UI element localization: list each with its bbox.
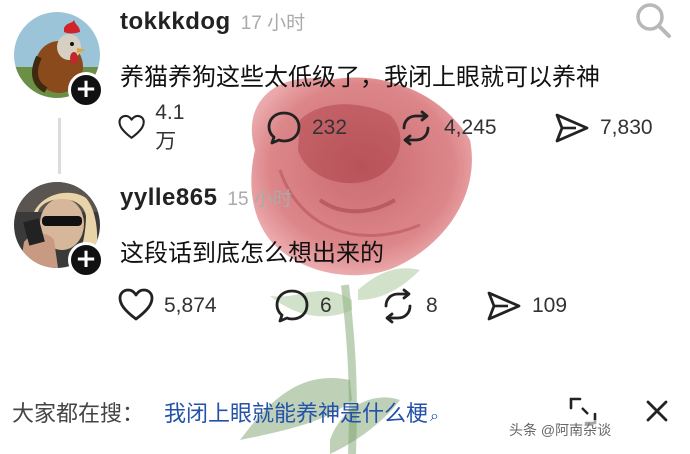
like-button[interactable]: 4.1万: [118, 101, 193, 153]
follow-plus-button[interactable]: +: [68, 72, 104, 108]
repost-count: 8: [426, 294, 438, 317]
heart-icon: [118, 114, 145, 139]
post-header: tokkkdog 17 小时: [120, 8, 305, 36]
close-icon[interactable]: [640, 394, 674, 428]
repost-count: 4,245: [444, 116, 497, 139]
share-count: 109: [532, 294, 568, 317]
repost-button[interactable]: 4,245: [398, 108, 497, 148]
comment-button[interactable]: 6: [274, 286, 332, 326]
repost-icon: [402, 110, 430, 146]
post-header: yylle865 15 小时: [120, 184, 292, 212]
share-count: 7,830: [600, 116, 653, 139]
search-suggestion-prefix: 大家都在搜：: [12, 401, 145, 426]
share-button[interactable]: 109: [486, 286, 567, 326]
plus-icon: +: [75, 244, 97, 274]
watermark-text: 头条 @阿南杂谈: [505, 420, 616, 440]
post-item: + tokkkdog 17 小时 养猫养狗这些太低级了，我闭上眼就可以养神 4.…: [0, 0, 690, 174]
post-item: + yylle865 15 小时 这段话到底怎么想出来的 5,874 6 8 1…: [0, 178, 690, 348]
username[interactable]: yylle865: [120, 184, 217, 212]
like-count: 5,874: [164, 294, 217, 317]
heart-icon: [118, 288, 154, 321]
post-time: 17 小时: [240, 13, 306, 34]
comment-icon: [275, 289, 309, 323]
search-suggestion-query: 我闭上眼就能养神是什么梗: [164, 401, 429, 426]
follow-plus-button[interactable]: +: [68, 242, 104, 278]
plus-icon: +: [75, 74, 97, 104]
like-count: 4.1万: [155, 101, 185, 153]
thread-connector-line: [58, 118, 61, 174]
post-time: 15 小时: [227, 189, 292, 210]
magnifier-icon: ⌕: [430, 408, 439, 425]
repost-icon: [384, 288, 412, 324]
search-suggestion-link[interactable]: 我闭上眼就能养神是什么梗 ⌕: [164, 396, 439, 428]
comment-count: 6: [320, 294, 332, 317]
share-icon: [555, 113, 589, 143]
username[interactable]: tokkkdog: [120, 8, 231, 36]
repost-button[interactable]: 8: [380, 286, 438, 326]
share-icon: [487, 291, 521, 321]
post-content: 这段话到底怎么想出来的: [120, 240, 384, 267]
comment-icon: [267, 111, 301, 145]
share-button[interactable]: 7,830: [554, 108, 653, 148]
avatar-container[interactable]: +: [14, 12, 106, 108]
avatar-container[interactable]: +: [14, 182, 106, 278]
comment-count: 232: [312, 116, 348, 139]
post-content: 养猫养狗这些太低级了，我闭上眼就可以养神: [120, 64, 600, 91]
like-button[interactable]: 5,874: [118, 286, 217, 326]
comment-button[interactable]: 232: [266, 108, 347, 148]
